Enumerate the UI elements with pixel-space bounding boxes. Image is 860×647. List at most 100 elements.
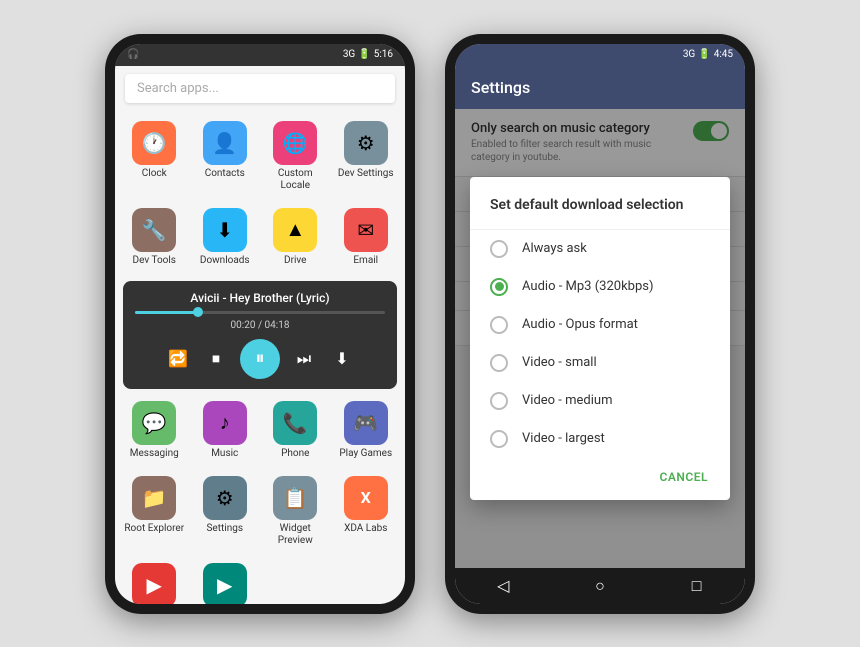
option-video-largest[interactable]: Video - largest — [470, 420, 730, 458]
downloads-label: Downloads — [200, 255, 250, 267]
app-clock[interactable]: 🕐 Clock — [121, 115, 188, 198]
radio-audio-mp3[interactable] — [490, 278, 508, 296]
option-audio-opus[interactable]: Audio - Opus format — [470, 306, 730, 344]
signal-text-2: 3G — [683, 49, 695, 60]
xdalabs-label: XDA Labs — [344, 523, 387, 535]
dialog-title: Set default download selection — [470, 197, 730, 230]
email-icon: ✉ — [344, 208, 388, 252]
cancel-button[interactable]: CANCEL — [654, 466, 714, 488]
app-xda-labs[interactable]: X XDA Labs — [333, 470, 400, 553]
recents-button-2[interactable]: □ — [682, 571, 712, 601]
progress-fill — [135, 311, 198, 314]
option-video-medium[interactable]: Video - medium — [470, 382, 730, 420]
home-button-2[interactable]: ○ — [585, 571, 615, 601]
battery-icon-2: 🔋 — [698, 49, 710, 60]
app-grid-2: 💬 Messaging ♪ Music 📞 Phone 🎮 Play Games… — [115, 393, 405, 604]
messaging-label: Messaging — [130, 448, 179, 460]
settings-screen: Only search on music category Enabled to… — [455, 109, 745, 568]
contacts-icon: 👤 — [203, 121, 247, 165]
playback-controls: 🔁 ⏹ ⏸ ⏭ ⬇ — [135, 339, 385, 379]
now-playing-bar: Avicii - Hey Brother (Lyric) 00:20 / 04:… — [123, 281, 397, 389]
status-right-1: 3G 🔋 5:16 — [343, 49, 393, 60]
now-playing-title: Avicii - Hey Brother (Lyric) — [135, 291, 385, 305]
app-custom-locale[interactable]: 🌐 Custom Locale — [262, 115, 329, 198]
app-root-explorer[interactable]: 📁 Root Explorer — [121, 470, 188, 553]
now-playing-time: 00:20 / 04:18 — [135, 320, 385, 331]
back-button-2[interactable]: ◁ — [488, 571, 518, 601]
download-button[interactable]: ⬇ — [328, 345, 356, 373]
radio-audio-opus[interactable] — [490, 316, 508, 334]
next-button[interactable]: ⏭ — [290, 345, 318, 373]
locale-icon: 🌐 — [273, 121, 317, 165]
settings-header: Settings — [455, 66, 745, 109]
app-play-games[interactable]: 🎮 Play Games — [333, 395, 400, 466]
messaging-icon: 💬 — [132, 401, 176, 445]
locale-label: Custom Locale — [264, 168, 327, 192]
repeat-button[interactable]: 🔁 — [164, 345, 192, 373]
phone-2-screen: 3G 🔋 4:45 Settings Only search on music … — [455, 44, 745, 604]
radio-video-largest[interactable] — [490, 430, 508, 448]
total-time: 04:18 — [265, 320, 290, 331]
radio-always-ask[interactable] — [490, 240, 508, 258]
devsettings-icon: ⚙ — [344, 121, 388, 165]
signal-text-1: 3G — [343, 49, 355, 60]
app-messaging[interactable]: 💬 Messaging — [121, 395, 188, 466]
search-bar-1[interactable]: Search apps... — [125, 74, 395, 103]
phone-1-screen: 🎧 3G 🔋 5:16 Search apps... 🕐 Clock 👤 Con… — [115, 44, 405, 604]
phone-icon: 📞 — [273, 401, 317, 445]
rootex-label: Root Explorer — [124, 523, 184, 535]
time-separator: / — [258, 320, 265, 331]
app-grid-1: 🕐 Clock 👤 Contacts 🌐 Custom Locale ⚙ Dev… — [115, 111, 405, 277]
progress-container[interactable] — [135, 311, 385, 314]
settings-label: Settings — [206, 523, 243, 535]
stop-button[interactable]: ⏹ — [202, 345, 230, 373]
option-always-ask[interactable]: Always ask — [470, 230, 730, 268]
clock-icon: 🕐 — [132, 121, 176, 165]
phone-1: 🎧 3G 🔋 5:16 Search apps... 🕐 Clock 👤 Con… — [105, 34, 415, 614]
app-email[interactable]: ✉ Email — [333, 202, 400, 273]
option-video-medium-label: Video - medium — [522, 393, 612, 408]
option-audio-mp3[interactable]: Audio - Mp3 (320kbps) — [470, 268, 730, 306]
option-audio-opus-label: Audio - Opus format — [522, 317, 638, 332]
app-dev-tools[interactable]: 🔧 Dev Tools — [121, 202, 188, 273]
widget-label: Widget Preview — [264, 523, 327, 547]
app-downloads[interactable]: ⬇ Downloads — [192, 202, 259, 273]
option-audio-mp3-label: Audio - Mp3 (320kbps) — [522, 279, 654, 294]
pause-button[interactable]: ⏸ — [240, 339, 280, 379]
radio-video-medium[interactable] — [490, 392, 508, 410]
phone-2: 3G 🔋 4:45 Settings Only search on music … — [445, 34, 755, 614]
app-youtube-music[interactable]: ▶ Youtube Music — [192, 557, 259, 604]
email-label: Email — [353, 255, 378, 267]
playgames-icon: 🎮 — [344, 401, 388, 445]
youtube-icon: ▶ — [132, 563, 176, 604]
time-1: 5:16 — [374, 49, 393, 60]
option-always-ask-label: Always ask — [522, 241, 587, 256]
rootex-icon: 📁 — [132, 476, 176, 520]
devtools-label: Dev Tools — [133, 255, 176, 267]
option-video-small[interactable]: Video - small — [470, 344, 730, 382]
radio-video-small[interactable] — [490, 354, 508, 372]
nav-bar-2: ◁ ○ □ — [455, 568, 745, 604]
app-widget-preview[interactable]: 📋 Widget Preview — [262, 470, 329, 553]
music-label: Music — [211, 448, 238, 460]
settings-title: Settings — [471, 78, 530, 97]
battery-icon-1: 🔋 — [358, 49, 370, 60]
contacts-label: Contacts — [205, 168, 245, 180]
progress-bar[interactable] — [135, 311, 385, 314]
app-contacts[interactable]: 👤 Contacts — [192, 115, 259, 198]
devtools-icon: 🔧 — [132, 208, 176, 252]
widget-icon: 📋 — [273, 476, 317, 520]
dialog-overlay: Set default download selection Always as… — [455, 109, 745, 568]
app-drive[interactable]: ▲ Drive — [262, 202, 329, 273]
devsettings-label: Dev Settings — [338, 168, 394, 180]
current-time: 00:20 — [231, 320, 256, 331]
app-phone[interactable]: 📞 Phone — [262, 395, 329, 466]
dialog-actions: CANCEL — [470, 458, 730, 492]
app-dev-settings[interactable]: ⚙ Dev Settings — [333, 115, 400, 198]
download-selection-dialog[interactable]: Set default download selection Always as… — [470, 177, 730, 500]
music-icon: ♪ — [203, 401, 247, 445]
app-settings[interactable]: ⚙ Settings — [192, 470, 259, 553]
app-music[interactable]: ♪ Music — [192, 395, 259, 466]
option-video-largest-label: Video - largest — [522, 431, 605, 446]
app-youtube[interactable]: ▶ YouTube — [121, 557, 188, 604]
